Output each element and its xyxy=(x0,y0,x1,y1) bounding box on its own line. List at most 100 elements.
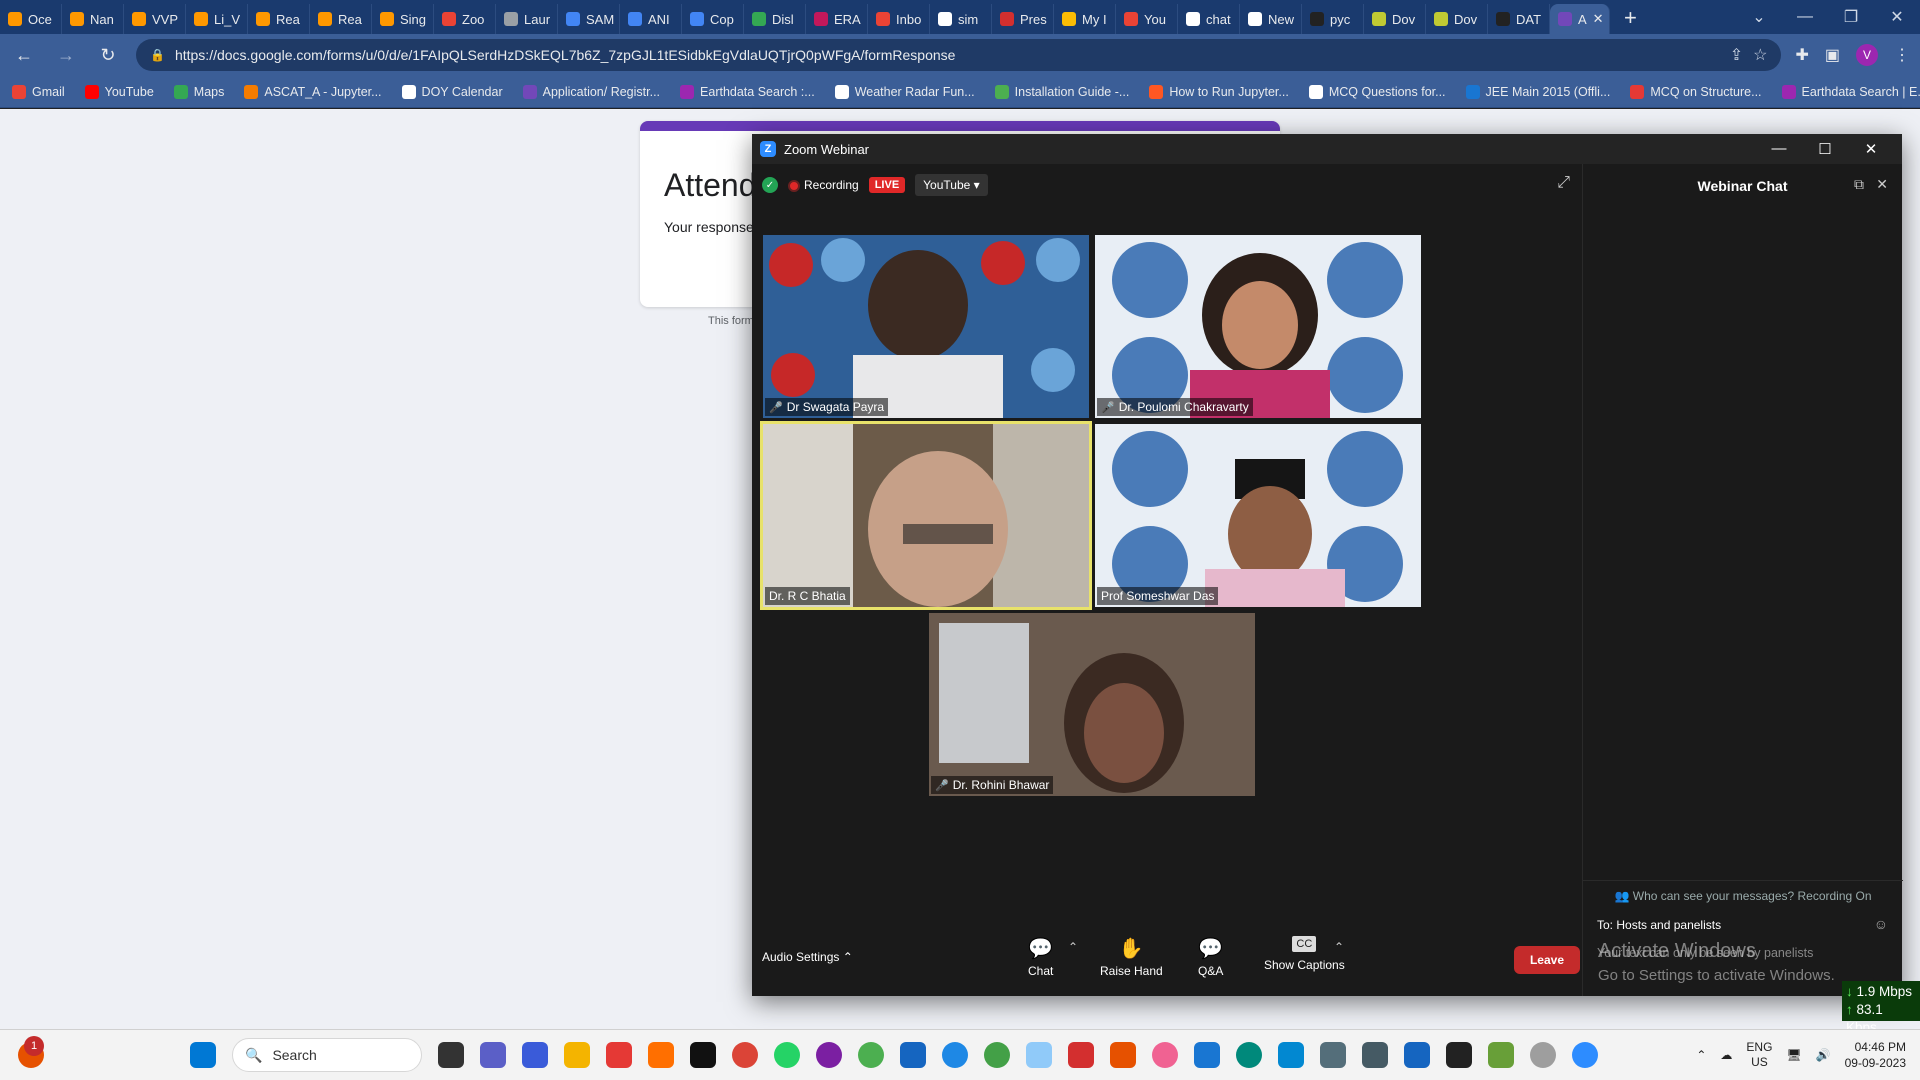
raise-hand-button[interactable]: ✋ Raise Hand xyxy=(1100,936,1163,978)
app-icon[interactable] xyxy=(858,1042,884,1068)
browser-tab[interactable]: Disl xyxy=(744,4,806,34)
tab-search-icon[interactable]: ⌄ xyxy=(1736,0,1782,34)
task-view-icon[interactable] xyxy=(438,1042,464,1068)
browser-tab[interactable]: pyc xyxy=(1302,4,1364,34)
zoom-maximize-icon[interactable]: ☐ xyxy=(1802,140,1848,158)
taskbar-search[interactable]: 🔍 Search xyxy=(232,1038,422,1072)
browser-tab[interactable]: Dov xyxy=(1364,4,1426,34)
zoom-minimize-icon[interactable]: — xyxy=(1756,140,1802,158)
side-panel-icon[interactable]: ▣ xyxy=(1825,45,1840,65)
anydesk-icon[interactable] xyxy=(606,1042,632,1068)
bookmark-item[interactable]: YouTube xyxy=(84,84,154,99)
onedrive-icon[interactable]: ☁ xyxy=(1720,1048,1732,1062)
browser-tab[interactable]: chat xyxy=(1178,4,1240,34)
app-icon[interactable] xyxy=(1488,1042,1514,1068)
browser-tab[interactable]: Sing xyxy=(372,4,434,34)
browser-tab[interactable]: Li_V xyxy=(186,4,248,34)
chrome-profile-icon[interactable] xyxy=(984,1042,1010,1068)
volume-icon[interactable]: 🔊 xyxy=(1816,1048,1831,1062)
browser-tab[interactable]: Cop xyxy=(682,4,744,34)
browser-tab[interactable]: VVP xyxy=(124,4,186,34)
powershell-icon[interactable] xyxy=(522,1042,548,1068)
bookmark-item[interactable]: Weather Radar Fun... xyxy=(834,84,975,99)
browser-tab[interactable]: Oce xyxy=(0,4,62,34)
bookmark-item[interactable]: Maps xyxy=(173,84,224,99)
profile-avatar[interactable]: V xyxy=(1856,44,1878,66)
browser-tab[interactable]: ERA xyxy=(806,4,868,34)
browser-tab[interactable]: Pres xyxy=(992,4,1054,34)
leave-button[interactable]: Leave xyxy=(1513,946,1580,974)
new-tab-button[interactable]: + xyxy=(1610,4,1651,34)
browser-tab[interactable]: You xyxy=(1116,4,1178,34)
chat-button[interactable]: 💬 Chat xyxy=(1028,936,1053,978)
app-icon[interactable] xyxy=(1530,1042,1556,1068)
app-icon[interactable] xyxy=(1320,1042,1346,1068)
file-explorer-icon[interactable] xyxy=(564,1042,590,1068)
live-badge[interactable]: LIVE xyxy=(868,177,906,193)
browser-tab[interactable]: My I xyxy=(1054,4,1116,34)
bookmark-item[interactable]: MCQ Questions for... xyxy=(1308,84,1446,99)
browser-tab[interactable]: SAM xyxy=(558,4,620,34)
clock[interactable]: 04:46 PM 09-09-2023 xyxy=(1845,1039,1906,1071)
stream-dropdown[interactable]: YouTube ▾ xyxy=(915,174,988,196)
address-bar[interactable]: 🔒 https://docs.google.com/forms/u/0/d/e/… xyxy=(136,39,1782,71)
app-icon[interactable] xyxy=(1026,1042,1052,1068)
app-icon[interactable] xyxy=(648,1042,674,1068)
video-tile-1[interactable]: 🎤 Dr Swagata Payra xyxy=(763,235,1089,418)
forward-icon[interactable]: → xyxy=(52,45,80,66)
bookmark-item[interactable]: Application/ Registr... xyxy=(522,84,660,99)
emoji-icon[interactable]: ☺ xyxy=(1874,916,1888,932)
close-icon[interactable]: ✕ xyxy=(1874,0,1920,34)
app-icon[interactable] xyxy=(1194,1042,1220,1068)
tab-close-icon[interactable]: ✕ xyxy=(1593,11,1604,27)
app-icon[interactable] xyxy=(900,1042,926,1068)
bookmark-item[interactable]: DOY Calendar xyxy=(401,84,503,99)
browser-tab[interactable]: New xyxy=(1240,4,1302,34)
video-tile-2[interactable]: 🎤 Dr. Poulomi Chakravarty xyxy=(1095,235,1421,418)
app-icon[interactable] xyxy=(1362,1042,1388,1068)
network-icon[interactable]: 🖥 xyxy=(1786,1048,1801,1062)
bookmark-item[interactable]: Earthdata Search | E... xyxy=(1781,84,1920,99)
chrome-profile-icon[interactable] xyxy=(1152,1042,1178,1068)
bookmark-item[interactable]: Gmail xyxy=(12,84,65,99)
teams-icon[interactable] xyxy=(480,1042,506,1068)
bookmark-star-icon[interactable]: ☆ xyxy=(1753,45,1767,65)
browser-tab[interactable]: Laur xyxy=(496,4,558,34)
back-icon[interactable]: ← xyxy=(10,45,38,66)
browser-tab[interactable]: Rea xyxy=(248,4,310,34)
terminal-icon[interactable] xyxy=(1446,1042,1472,1068)
url-text[interactable]: https://docs.google.com/forms/u/0/d/e/1F… xyxy=(175,47,1720,63)
bookmark-item[interactable]: JEE Main 2015 (Offli... xyxy=(1465,84,1610,99)
share-icon[interactable]: ⇪ xyxy=(1730,45,1743,65)
browser-tab[interactable]: sim xyxy=(930,4,992,34)
captions-options-caret-icon[interactable]: ⌃ xyxy=(1334,940,1344,954)
video-tile-3-active-speaker[interactable]: Dr. R C Bhatia xyxy=(760,421,1092,610)
bookmark-item[interactable]: How to Run Jupyter... xyxy=(1149,84,1289,99)
maximize-icon[interactable]: ❐ xyxy=(1828,0,1874,34)
extensions-icon[interactable]: ✚ xyxy=(1795,45,1808,65)
acrobat-icon[interactable] xyxy=(1068,1042,1094,1068)
start-icon[interactable] xyxy=(190,1042,216,1068)
bookmark-item[interactable]: ASCAT_A - Jupyter... xyxy=(244,84,382,99)
zoom-taskbar-icon[interactable] xyxy=(1572,1042,1598,1068)
bookmark-item[interactable]: Earthdata Search :... xyxy=(680,84,815,99)
browser-tab[interactable]: ANI xyxy=(620,4,682,34)
bookmark-item[interactable]: Installation Guide -... xyxy=(994,84,1129,99)
zoom-close-icon[interactable]: ✕ xyxy=(1848,140,1894,158)
show-captions-button[interactable]: CC Show Captions xyxy=(1264,936,1345,972)
chrome-profile-icon[interactable] xyxy=(816,1042,842,1068)
browser-tab[interactable]: Zoo xyxy=(434,4,496,34)
minimize-icon[interactable]: — xyxy=(1782,0,1828,34)
browser-tab-active[interactable]: A ✕ xyxy=(1550,4,1610,34)
menu-icon[interactable]: ⋮ xyxy=(1894,45,1910,65)
popout-icon[interactable]: ⧉ xyxy=(1854,176,1864,193)
chrome-icon[interactable] xyxy=(732,1042,758,1068)
video-tile-4[interactable]: Prof Someshwar Das xyxy=(1095,424,1421,607)
browser-tab[interactable]: Inbo xyxy=(868,4,930,34)
chat-recipient[interactable]: To: Hosts and panelists xyxy=(1597,918,1721,932)
chrome-profile-icon[interactable] xyxy=(1236,1042,1262,1068)
terminal-app-icon[interactable] xyxy=(690,1042,716,1068)
tray-overflow-icon[interactable]: ⌃ xyxy=(1696,1048,1706,1062)
browser-tab[interactable]: Rea xyxy=(310,4,372,34)
reload-icon[interactable]: ↻ xyxy=(94,45,122,66)
